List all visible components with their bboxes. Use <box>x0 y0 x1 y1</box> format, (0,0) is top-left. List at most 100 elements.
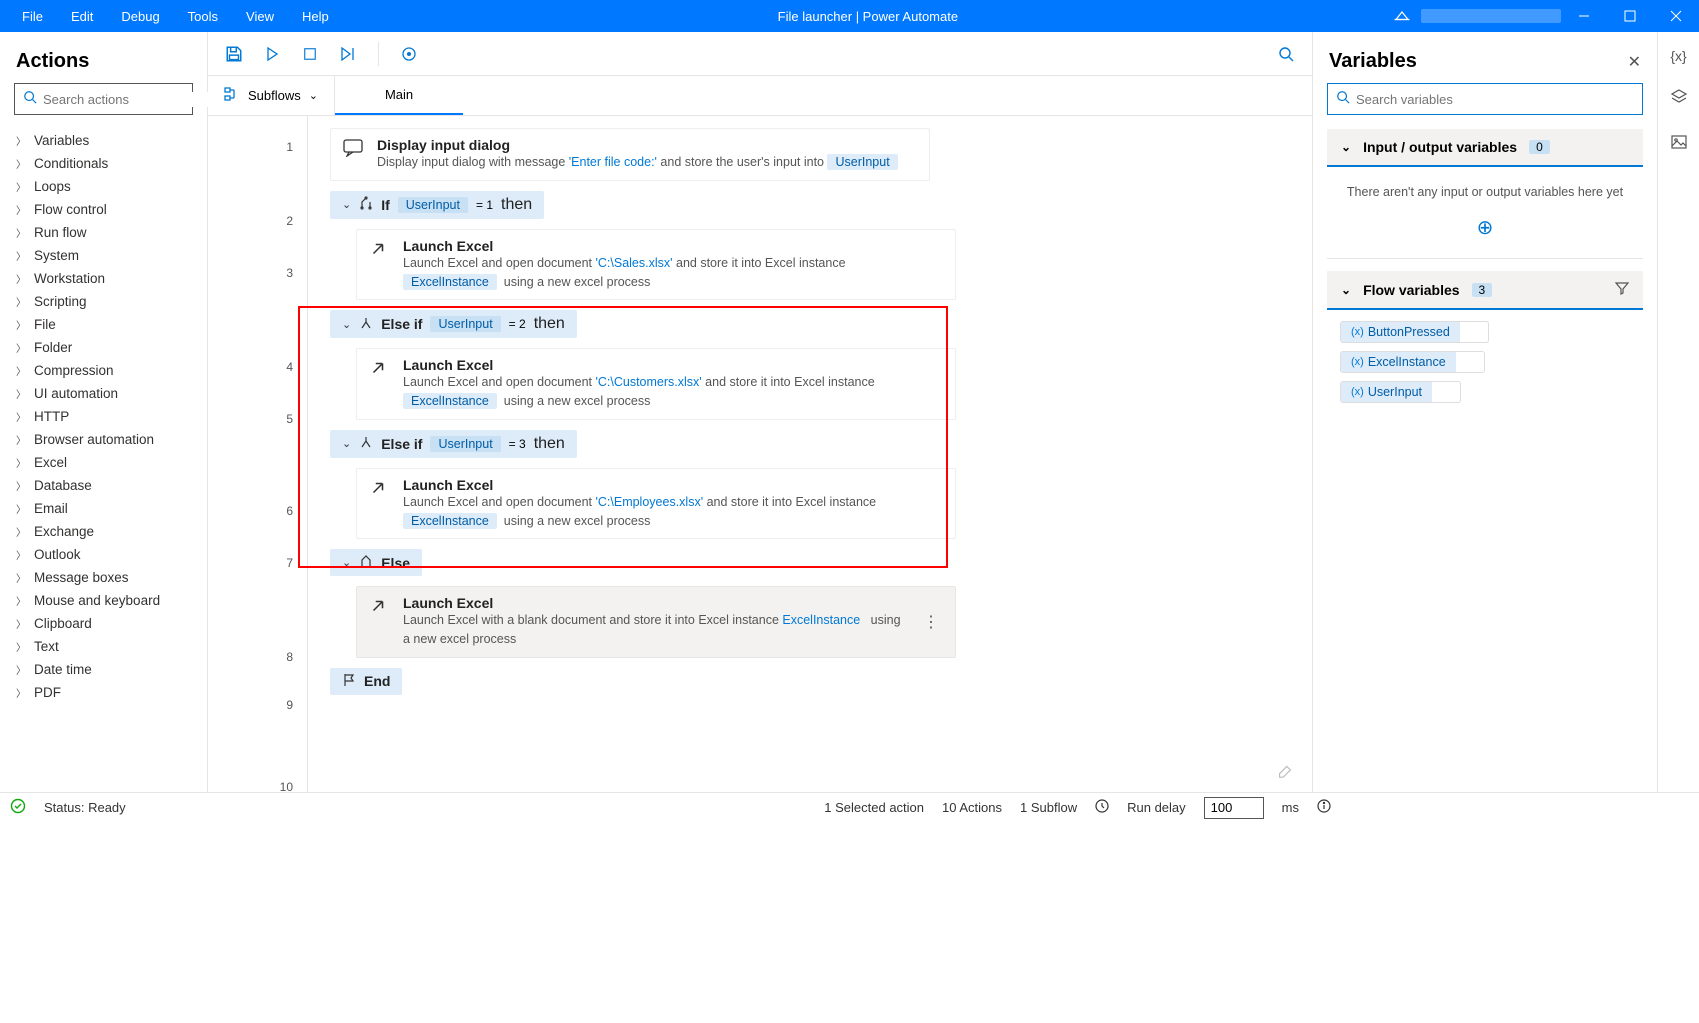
more-icon[interactable]: ⋮ <box>919 612 943 632</box>
run-button[interactable] <box>260 42 284 66</box>
collapse-icon[interactable]: ⌄ <box>342 318 351 331</box>
variable-chip: ExcelInstance <box>403 274 497 290</box>
menu-file[interactable]: File <box>8 3 57 30</box>
flow-step-elseif[interactable]: ⌄ Else if UserInput = 3 then <box>330 430 1300 458</box>
chevron-right-icon: 〉 <box>16 570 26 585</box>
line-number: 3 <box>208 266 307 360</box>
variable-item[interactable]: (x)ButtonPressed <box>1341 322 1488 342</box>
actions-list[interactable]: 〉Variables 〉Conditionals 〉Loops 〉Flow co… <box>0 125 207 792</box>
action-cat[interactable]: 〉Flow control <box>0 198 207 221</box>
account-icon[interactable] <box>1393 6 1411 27</box>
flow-variables-title: Flow variables <box>1363 282 1459 298</box>
keyword-else: Else <box>381 555 410 571</box>
action-cat[interactable]: 〉PDF <box>0 681 207 704</box>
save-button[interactable] <box>222 42 246 66</box>
action-cat[interactable]: 〉Exchange <box>0 520 207 543</box>
chevron-right-icon: 〉 <box>16 179 26 194</box>
rail-layers-icon[interactable] <box>1670 88 1688 109</box>
var-x-icon: (x) <box>1351 386 1364 398</box>
search-flow-button[interactable] <box>1274 42 1298 66</box>
maximize-button[interactable] <box>1607 0 1653 32</box>
action-cat[interactable]: 〉Scripting <box>0 290 207 313</box>
menu-debug[interactable]: Debug <box>107 3 173 30</box>
action-cat[interactable]: 〉Clipboard <box>0 612 207 635</box>
collapse-icon[interactable]: ⌄ <box>342 437 351 450</box>
actions-search[interactable] <box>14 83 193 115</box>
subflows-dropdown[interactable]: Subflows ⌄ <box>208 76 335 115</box>
rail-variables-icon[interactable]: {x} <box>1670 48 1686 64</box>
action-cat[interactable]: 〉Database <box>0 474 207 497</box>
flow-step[interactable]: Display input dialog Display input dialo… <box>330 128 1300 181</box>
menu-edit[interactable]: Edit <box>57 3 107 30</box>
variable-chip: UserInput <box>827 154 897 170</box>
tab-main[interactable]: Main <box>335 76 463 115</box>
flow-variables-header[interactable]: ⌄ Flow variables 3 <box>1327 271 1643 310</box>
status-actions: 10 Actions <box>942 800 1002 815</box>
record-button[interactable] <box>397 42 421 66</box>
action-cat[interactable]: 〉Loops <box>0 175 207 198</box>
launch-icon <box>369 357 391 411</box>
op-text: = 1 <box>476 198 493 212</box>
menu-tools[interactable]: Tools <box>174 3 232 30</box>
action-cat[interactable]: 〉Browser automation <box>0 428 207 451</box>
collapse-icon[interactable]: ⌄ <box>342 198 351 211</box>
action-cat[interactable]: 〉Mouse and keyboard <box>0 589 207 612</box>
action-cat[interactable]: 〉UI automation <box>0 382 207 405</box>
flow-step-elseif[interactable]: ⌄ Else if UserInput = 2 then <box>330 310 1300 338</box>
io-variables-header[interactable]: ⌄ Input / output variables 0 <box>1327 129 1643 167</box>
action-cat[interactable]: 〉File <box>0 313 207 336</box>
io-variables-count: 0 <box>1529 140 1550 154</box>
collapse-icon[interactable]: ⌄ <box>342 556 351 569</box>
keyword-if: If <box>381 197 390 213</box>
flow-step[interactable]: Launch Excel Launch Excel and open docum… <box>356 348 1300 420</box>
variables-search[interactable] <box>1327 83 1643 115</box>
eraser-icon[interactable] <box>1276 761 1294 784</box>
action-cat-label: Conditionals <box>34 156 108 171</box>
action-cat[interactable]: 〉Run flow <box>0 221 207 244</box>
action-cat[interactable]: 〉Text <box>0 635 207 658</box>
action-cat[interactable]: 〉Date time <box>0 658 207 681</box>
minimize-button[interactable] <box>1561 0 1607 32</box>
step-button[interactable] <box>336 42 360 66</box>
run-delay-label: Run delay <box>1127 800 1186 815</box>
variables-search-input[interactable] <box>1356 92 1634 107</box>
action-cat-label: Database <box>34 478 92 493</box>
chevron-down-icon: ⌄ <box>309 89 318 102</box>
menu-help[interactable]: Help <box>288 3 343 30</box>
rail-image-icon[interactable] <box>1670 133 1688 154</box>
action-cat[interactable]: 〉Compression <box>0 359 207 382</box>
action-cat-label: Run flow <box>34 225 87 240</box>
branch-icon <box>359 435 373 452</box>
add-io-variable-button[interactable]: ⊕ <box>1341 215 1629 240</box>
variable-item[interactable]: (x)ExcelInstance <box>1341 352 1484 372</box>
actions-search-input[interactable] <box>43 92 219 107</box>
flow-step[interactable]: Launch Excel Launch Excel and open docum… <box>356 229 1300 301</box>
close-button[interactable] <box>1653 0 1699 32</box>
info-icon[interactable] <box>1317 799 1331 816</box>
stop-button[interactable] <box>298 42 322 66</box>
action-cat[interactable]: 〉HTTP <box>0 405 207 428</box>
action-cat[interactable]: 〉Outlook <box>0 543 207 566</box>
flow-step[interactable]: Launch Excel Launch Excel and open docum… <box>356 468 1300 540</box>
variable-item[interactable]: (x)UserInput <box>1341 382 1460 402</box>
action-cat[interactable]: 〉System <box>0 244 207 267</box>
menu-view[interactable]: View <box>232 3 288 30</box>
step-desc: Launch Excel with a blank document and s… <box>403 611 907 649</box>
flow-step-selected[interactable]: Launch Excel Launch Excel with a blank d… <box>356 586 1300 658</box>
action-cat[interactable]: 〉Conditionals <box>0 152 207 175</box>
run-delay-input[interactable] <box>1204 797 1264 819</box>
account-label[interactable] <box>1421 9 1561 23</box>
action-cat[interactable]: 〉Excel <box>0 451 207 474</box>
action-cat-label: Excel <box>34 455 67 470</box>
action-cat[interactable]: 〉Folder <box>0 336 207 359</box>
flow-step-else[interactable]: ⌄ Else <box>330 549 1300 576</box>
toolbar <box>208 32 1312 76</box>
flow-step-if[interactable]: ⌄ If UserInput = 1 then <box>330 191 1300 219</box>
close-panel-button[interactable]: ✕ <box>1628 52 1641 72</box>
filter-icon[interactable] <box>1615 281 1629 298</box>
action-cat[interactable]: 〉Email <box>0 497 207 520</box>
action-cat[interactable]: 〉Workstation <box>0 267 207 290</box>
action-cat[interactable]: 〉Variables <box>0 129 207 152</box>
flow-step-end[interactable]: End <box>330 668 1300 695</box>
action-cat[interactable]: 〉Message boxes <box>0 566 207 589</box>
